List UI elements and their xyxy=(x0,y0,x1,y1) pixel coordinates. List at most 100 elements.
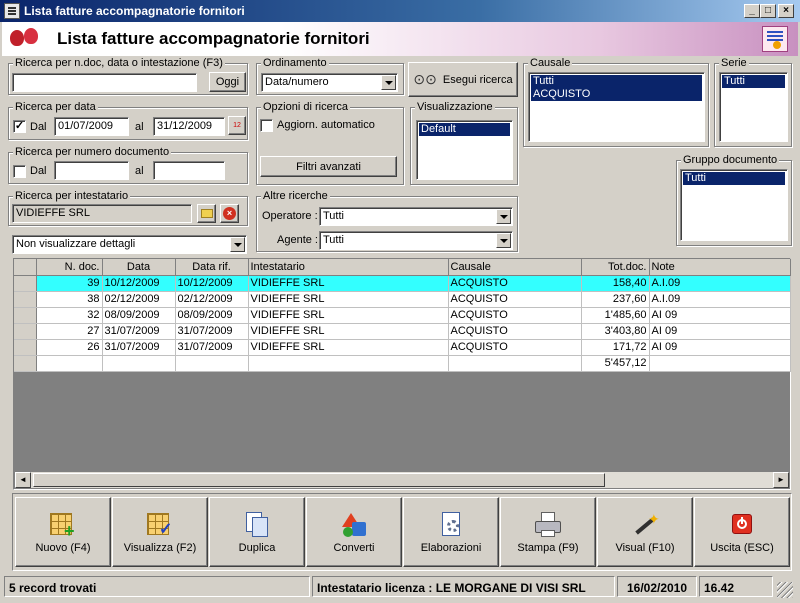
row-indicator[interactable] xyxy=(14,307,37,324)
chevron-down-icon[interactable] xyxy=(496,233,511,248)
list-item[interactable]: Tutti xyxy=(722,75,785,88)
calendar-icon[interactable]: 12 xyxy=(228,116,246,135)
page-title: Lista fatture accompagnatorie fornitori xyxy=(57,29,370,48)
serie-list[interactable]: Tutti xyxy=(719,72,788,142)
app-icon[interactable] xyxy=(4,3,20,19)
esegui-ricerca-button[interactable]: ⊙⊙ Esegui ricerca xyxy=(408,62,518,97)
cell-totdoc: 158,40 xyxy=(581,275,650,292)
chevron-down-icon[interactable] xyxy=(230,237,245,252)
aggiorn-checkbox[interactable] xyxy=(260,119,273,132)
documents-table[interactable]: N. doc. Data Data rif. Intestatario Caus… xyxy=(13,258,791,490)
cell-causale: ACQUISTO xyxy=(448,339,582,356)
column-header[interactable]: Causale xyxy=(448,259,582,276)
header-banner: Lista fatture accompagnatorie fornitori xyxy=(2,22,798,56)
maximize-button[interactable]: □ xyxy=(760,4,776,18)
al-label: al xyxy=(135,121,144,133)
column-header[interactable]: Intestatario xyxy=(248,259,449,276)
list-item[interactable]: Tutti xyxy=(531,75,702,88)
view-grid-icon: ✓ xyxy=(145,511,175,539)
serie-group: Serie Tutti xyxy=(714,57,792,147)
duplica-button[interactable]: Duplica xyxy=(209,497,305,567)
scroll-right-button[interactable]: ► xyxy=(773,472,789,488)
cell-ndoc: 38 xyxy=(36,291,103,308)
list-item[interactable]: Default xyxy=(419,123,510,136)
column-header[interactable]: Note xyxy=(649,259,791,276)
agente-value: Tutti xyxy=(323,234,344,246)
ordinamento-select[interactable]: Data/numero xyxy=(261,73,398,92)
uscita-button[interactable]: Uscita (ESC) xyxy=(694,497,790,567)
aggiorn-label: Aggiorn. automatico xyxy=(277,119,375,131)
search-ndoc-input[interactable] xyxy=(12,73,197,92)
duplica-label: Duplica xyxy=(238,541,276,554)
chevron-down-icon[interactable] xyxy=(381,75,396,90)
scrollbar-thumb[interactable] xyxy=(33,473,605,487)
strawberry-icon xyxy=(10,30,24,46)
column-header[interactable]: Data rif. xyxy=(175,259,249,276)
cell-data: 02/12/2009 xyxy=(102,291,176,308)
column-header[interactable]: Data xyxy=(102,259,176,276)
dal-checkbox[interactable]: ✓ xyxy=(13,120,26,133)
visualizzazione-list[interactable]: Default xyxy=(416,120,513,180)
cell-intestatario: VIDIEFFE SRL xyxy=(248,307,449,324)
nuovo-label: Nuovo (F4) xyxy=(35,541,91,554)
table-row[interactable]: 32 08/09/2009 08/09/2009 VIDIEFFE SRL AC… xyxy=(14,307,791,324)
status-records: 5 record trovati xyxy=(4,576,310,597)
table-row[interactable]: 26 31/07/2009 31/07/2009 VIDIEFFE SRL AC… xyxy=(14,339,791,356)
cell-intestatario: VIDIEFFE SRL xyxy=(248,323,449,340)
row-indicator[interactable] xyxy=(14,291,37,308)
chevron-down-icon[interactable] xyxy=(496,209,511,224)
clear-icon[interactable]: × xyxy=(220,204,239,223)
cell-data-rif: 02/12/2009 xyxy=(175,291,249,308)
row-indicator[interactable] xyxy=(14,339,37,356)
operatore-select[interactable]: Tutti xyxy=(319,207,513,226)
cell-causale: ACQUISTO xyxy=(448,291,582,308)
agente-select[interactable]: Tutti xyxy=(319,231,513,250)
folder-icon[interactable] xyxy=(197,204,216,223)
dettagli-select[interactable]: Non visualizzare dettagli xyxy=(12,235,247,254)
causale-list[interactable]: Tutti ACQUISTO xyxy=(528,72,705,142)
numero-al-input[interactable] xyxy=(153,161,225,180)
list-item[interactable]: Tutti xyxy=(683,172,785,185)
table-header: N. doc. Data Data rif. Intestatario Caus… xyxy=(14,259,791,276)
gruppo-list[interactable]: Tutti xyxy=(680,169,788,241)
table-row[interactable]: 38 02/12/2009 02/12/2009 VIDIEFFE SRL AC… xyxy=(14,291,791,308)
gruppo-label: Gruppo documento xyxy=(681,154,780,166)
filtri-avanzati-button[interactable]: Filtri avanzati xyxy=(260,156,397,177)
numero-dal-input[interactable] xyxy=(54,161,129,180)
minimize-button[interactable]: _ xyxy=(744,4,760,18)
resize-grip[interactable] xyxy=(777,582,793,598)
close-button[interactable]: × xyxy=(778,4,794,18)
search-ndoc-group: Ricerca per n.doc, data o intestazione (… xyxy=(8,57,248,95)
visual-button[interactable]: ✦ Visual (F10) xyxy=(597,497,693,567)
oggi-button[interactable]: Oggi xyxy=(209,72,246,92)
list-item[interactable]: ACQUISTO xyxy=(531,88,702,101)
dal-date-input[interactable]: 01/07/2009 xyxy=(54,117,129,136)
esegui-ricerca-label: Esegui ricerca xyxy=(442,73,513,86)
intestatario-input[interactable]: VIDIEFFE SRL xyxy=(12,204,192,223)
elaborazioni-button[interactable]: Elaborazioni xyxy=(403,497,499,567)
nuovo-button[interactable]: + Nuovo (F4) xyxy=(15,497,111,567)
numero-dal-checkbox[interactable] xyxy=(13,165,26,178)
ricerca-data-label: Ricerca per data xyxy=(13,101,98,113)
cell-totdoc: 3'403,80 xyxy=(581,323,650,340)
cell-note: AI 09 xyxy=(649,307,791,324)
converti-button[interactable]: Converti xyxy=(306,497,402,567)
al-date-input[interactable]: 31/12/2009 xyxy=(153,117,225,136)
document-people-icon xyxy=(762,26,788,52)
column-header[interactable]: N. doc. xyxy=(36,259,103,276)
table-row[interactable]: 39 10/12/2009 10/12/2009 VIDIEFFE SRL AC… xyxy=(14,275,791,292)
total-row: 5'457,12 xyxy=(14,355,791,372)
cell-causale: ACQUISTO xyxy=(448,323,582,340)
table-row[interactable]: 27 31/07/2009 31/07/2009 VIDIEFFE SRL AC… xyxy=(14,323,791,340)
operatore-value: Tutti xyxy=(323,210,344,222)
row-indicator[interactable] xyxy=(14,275,37,292)
row-indicator[interactable] xyxy=(14,323,37,340)
serie-label: Serie xyxy=(719,57,749,69)
visualizza-button[interactable]: ✓ Visualizza (F2) xyxy=(112,497,208,567)
cell-totdoc: 237,60 xyxy=(581,291,650,308)
horizontal-scrollbar[interactable]: ◄ ► xyxy=(15,472,789,488)
stampa-button[interactable]: Stampa (F9) xyxy=(500,497,596,567)
column-header[interactable]: Tot.doc. xyxy=(581,259,650,276)
status-licenza: Intestatario licenza : LE MORGANE DI VIS… xyxy=(312,576,615,597)
scroll-left-button[interactable]: ◄ xyxy=(15,472,31,488)
